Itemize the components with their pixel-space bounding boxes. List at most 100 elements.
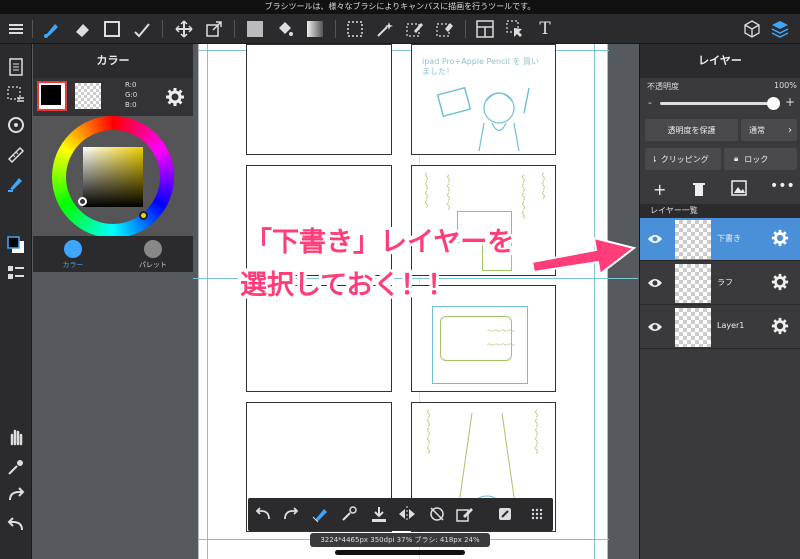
add-image-layer-icon[interactable] <box>731 180 747 200</box>
flip-horizontal-icon[interactable] <box>396 503 418 525</box>
opacity-minus[interactable]: - <box>648 96 652 109</box>
layer-list-header: レイヤー一覧 <box>640 204 800 218</box>
stroke-correction-icon[interactable] <box>310 503 332 525</box>
opacity-label: 不透明度 <box>647 82 679 91</box>
move-icon[interactable] <box>172 17 196 41</box>
select-eraser-icon[interactable] <box>433 17 457 41</box>
redo-icon[interactable] <box>280 503 302 525</box>
transform-icon[interactable] <box>202 17 226 41</box>
tab-color[interactable]: カラー <box>33 238 113 272</box>
eyedropper-icon[interactable] <box>338 503 360 525</box>
layer-panel-title: レイヤー <box>640 44 800 78</box>
visibility-eye-icon[interactable] <box>646 230 664 248</box>
blend-mode-select[interactable]: 通常 › <box>741 119 797 141</box>
pen-icon[interactable] <box>4 172 28 194</box>
grid-menu-icon[interactable] <box>526 503 548 525</box>
color-tab-icon <box>64 240 82 258</box>
color-settings-gear-icon[interactable] <box>165 87 185 111</box>
canvas-menu-icon[interactable] <box>494 503 516 525</box>
layer-name: ラフ <box>717 278 733 287</box>
lock-icon: 🔒︎ <box>734 154 739 163</box>
current-color-swatch[interactable] <box>37 81 67 111</box>
visibility-eye-icon[interactable] <box>646 318 664 336</box>
gradient-icon[interactable] <box>303 17 327 41</box>
left-tool-strip <box>0 44 32 559</box>
layer-settings-gear-icon[interactable] <box>771 273 789 296</box>
delete-layer-icon[interactable] <box>693 181 705 200</box>
material-icon[interactable] <box>740 17 764 41</box>
clipping-icon: ⇂ <box>651 154 658 164</box>
text-icon[interactable]: T <box>533 17 557 41</box>
saturation-square[interactable] <box>83 147 143 207</box>
status-bar: ブラシツールは、様々なブラシによりキャンバスに描画を行うツールです。 <box>0 0 800 14</box>
layer-settings-gear-icon[interactable] <box>771 317 789 340</box>
snap-off-icon[interactable] <box>426 503 448 525</box>
layer-row-draft[interactable]: 下書き <box>640 218 800 261</box>
undo-icon[interactable] <box>252 503 274 525</box>
layers-icon[interactable] <box>768 17 792 41</box>
rgb-r: R:0 <box>125 81 137 89</box>
redo-icon[interactable] <box>4 484 28 506</box>
magic-wand-icon[interactable] <box>373 17 397 41</box>
selection-layer-icon[interactable] <box>4 84 28 106</box>
eraser-icon[interactable] <box>70 17 94 41</box>
color-panel: カラー R:0 G:0 B:0 カラー パレット <box>33 44 193 272</box>
fill-brush-icon[interactable] <box>130 17 154 41</box>
canvas-info-bar: 3224*4465px 350dpi 37% ブラシ: 418px 24% <box>310 533 490 547</box>
layer-thumbnail <box>675 264 711 303</box>
pages-icon[interactable] <box>4 56 28 78</box>
color-panel-tabs: カラー パレット <box>33 236 193 272</box>
add-layer-icon[interactable]: + <box>653 180 666 199</box>
rotate-icon[interactable] <box>4 114 28 136</box>
color-fill-icon[interactable] <box>243 17 267 41</box>
brush-icon[interactable] <box>40 17 64 41</box>
undo-icon[interactable] <box>4 514 28 536</box>
annotation-arrow <box>530 236 637 276</box>
layer-list-icon[interactable] <box>4 262 28 284</box>
tab-palette[interactable]: パレット <box>113 238 193 272</box>
color-info-row: R:0 G:0 B:0 <box>33 78 193 116</box>
clipping-button[interactable]: ⇂ クリッピング <box>645 148 721 170</box>
opacity-value: 100% <box>774 81 797 90</box>
hand-icon[interactable] <box>4 426 28 448</box>
rgb-g: G:0 <box>125 91 138 99</box>
opacity-plus[interactable]: + <box>785 95 795 109</box>
top-toolbar: T <box>0 14 800 44</box>
hue-picker-handle[interactable] <box>139 211 148 220</box>
rgb-b: B:0 <box>125 101 137 109</box>
edit-layer-icon[interactable] <box>454 503 476 525</box>
panel-icon[interactable] <box>473 17 497 41</box>
menu-icon[interactable] <box>4 17 28 41</box>
layer-thumbnail <box>675 308 711 347</box>
transparent-color-swatch[interactable] <box>75 83 101 109</box>
marquee-icon[interactable] <box>343 17 367 41</box>
comic-panel: ipad Pro+Apple Pencil を 買いました！ <box>411 44 556 155</box>
ruler-icon[interactable] <box>4 144 28 166</box>
sketch-girl-with-tablet <box>436 86 530 152</box>
more-options-icon[interactable]: ••• <box>770 178 795 194</box>
lock-button[interactable]: 🔒︎ ロック <box>724 148 797 170</box>
rectangle-icon[interactable] <box>100 17 124 41</box>
protect-alpha-button[interactable]: 透明度を保護 <box>645 119 738 141</box>
bucket-icon[interactable] <box>273 17 297 41</box>
opacity-slider[interactable] <box>660 97 780 110</box>
fill-layer-icon[interactable] <box>368 503 390 525</box>
sv-picker-handle[interactable] <box>78 197 87 206</box>
color-swatch-icon[interactable] <box>4 234 28 256</box>
layer-name: Layer1 <box>717 321 745 330</box>
visibility-eye-icon[interactable] <box>646 274 664 292</box>
layer-thumbnail <box>675 220 711 259</box>
layer-row-rough[interactable]: ラフ <box>640 262 800 305</box>
select-arrow-icon[interactable] <box>503 17 527 41</box>
color-panel-title: カラー <box>33 44 193 78</box>
home-indicator[interactable] <box>335 550 465 555</box>
layer-row-layer1[interactable]: Layer1 <box>640 306 800 349</box>
status-text: ブラシツールは、様々なブラシによりキャンバスに描画を行うツールです。 <box>264 2 536 11</box>
layer-actions: + ••• <box>640 176 800 202</box>
layer-settings-gear-icon[interactable] <box>771 229 789 252</box>
annotation-line-2: 選択しておく！！ <box>240 270 455 301</box>
eyedropper-icon[interactable] <box>4 456 28 478</box>
select-pen-icon[interactable] <box>403 17 427 41</box>
color-wheel-area[interactable] <box>33 116 193 238</box>
opacity-slider-knob[interactable] <box>767 97 780 110</box>
